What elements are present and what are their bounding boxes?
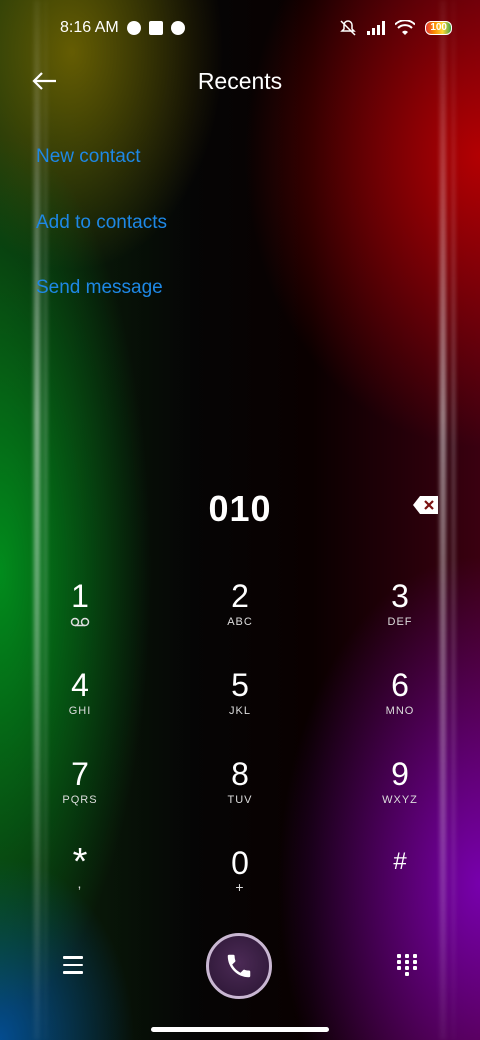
home-indicator[interactable]	[151, 1027, 329, 1032]
key-letters: WXYZ	[382, 794, 418, 806]
key-7[interactable]: 7 PQRS	[20, 756, 140, 806]
mute-icon	[340, 20, 357, 36]
dialed-number: 010	[208, 488, 272, 529]
key-digit: 8	[231, 756, 249, 792]
key-4[interactable]: 4 GHI	[20, 667, 140, 717]
key-letters: ,	[77, 875, 83, 891]
key-letters: DEF	[387, 616, 413, 628]
call-button[interactable]	[206, 933, 272, 999]
key-digit: 2	[231, 578, 249, 614]
key-5[interactable]: 5 JKL	[180, 667, 300, 717]
notification-icon	[170, 21, 185, 35]
key-digit: 3	[391, 578, 409, 614]
menu-icon[interactable]	[63, 956, 83, 974]
key-digit: 1	[71, 578, 89, 614]
status-right: 100	[339, 19, 452, 37]
key-0[interactable]: 0 +	[180, 845, 300, 895]
key-8[interactable]: 8 TUV	[180, 756, 300, 806]
send-message-link[interactable]: Send message	[36, 277, 163, 299]
key-2[interactable]: 2 ABC	[180, 578, 300, 628]
signal-icon	[367, 21, 386, 35]
status-left: 8:16 AM	[60, 19, 185, 37]
key-star[interactable]: * ,	[20, 841, 140, 891]
key-1[interactable]: 1	[20, 578, 140, 632]
key-letters: TUV	[227, 794, 253, 806]
bottom-bar	[0, 930, 480, 1010]
key-letters: JKL	[229, 705, 251, 717]
key-hash[interactable]: #	[340, 845, 460, 879]
new-contact-link[interactable]: New contact	[36, 146, 141, 168]
key-digit: #	[393, 848, 407, 875]
key-letters: ABC	[227, 616, 253, 628]
key-letters: GHI	[68, 705, 92, 717]
header: Recents	[0, 60, 480, 104]
key-letters: PQRS	[62, 794, 98, 806]
key-letters: MNO	[385, 705, 415, 717]
key-digit: 7	[71, 756, 89, 792]
add-to-contacts-link[interactable]: Add to contacts	[36, 212, 167, 234]
status-time: 8:16 AM	[60, 19, 119, 36]
key-digit: 5	[231, 667, 249, 703]
key-3[interactable]: 3 DEF	[340, 578, 460, 628]
voicemail-icon	[70, 617, 90, 627]
backspace-icon[interactable]	[412, 494, 440, 516]
key-9[interactable]: 9 WXYZ	[340, 756, 460, 806]
page-title: Recents	[197, 68, 283, 94]
battery-indicator: 100	[425, 21, 452, 35]
key-digit: 4	[71, 667, 89, 703]
key-digit: 6	[391, 667, 409, 703]
phone-icon	[227, 954, 251, 978]
wifi-icon	[395, 20, 416, 35]
status-bar: 8:16 AM 100	[60, 14, 452, 42]
key-digit: 9	[391, 756, 409, 792]
key-digit: 0	[231, 845, 249, 881]
key-letters: +	[235, 879, 245, 895]
dialpad-icon[interactable]	[397, 954, 417, 978]
notification-icon	[126, 21, 141, 35]
notification-square-icon	[148, 21, 163, 35]
key-digit: *	[72, 841, 88, 883]
key-6[interactable]: 6 MNO	[340, 667, 460, 717]
